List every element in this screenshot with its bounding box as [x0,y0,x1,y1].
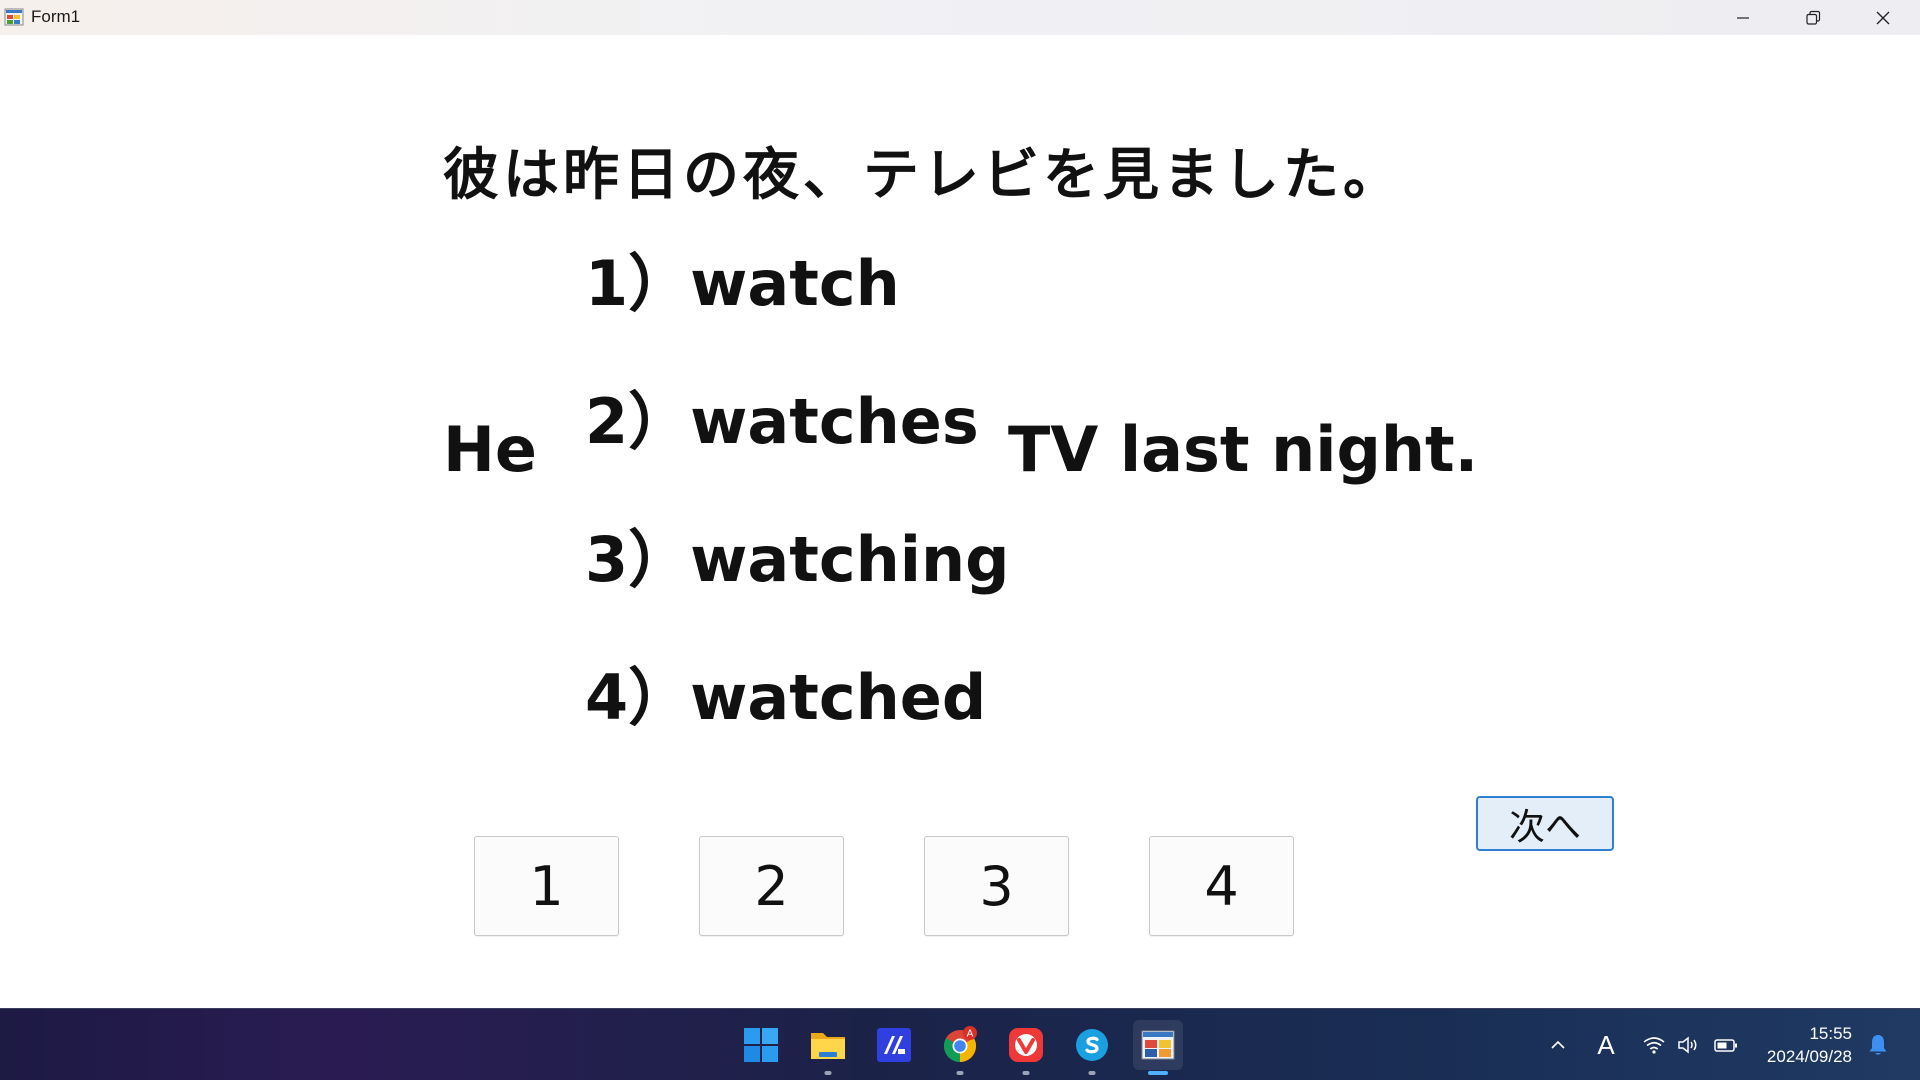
taskbar-file-explorer[interactable] [803,1020,853,1075]
speaker-icon [1678,1036,1697,1054]
answer-button-2[interactable]: 2 [699,836,844,936]
running-indicator [824,1071,832,1075]
wifi-icon [1643,1037,1665,1054]
option-1: 1）watch [585,233,900,323]
battery-button[interactable] [1712,1031,1740,1059]
option-text: watch [690,247,900,320]
running-indicator [1088,1071,1096,1075]
japanese-sentence: 彼は昨日の夜、テレビを見ました。 [443,143,1403,208]
bell-icon [1869,1035,1887,1055]
option-text: watching [690,523,1010,596]
taskbar-form1[interactable] [1133,1020,1183,1075]
answer-button-3[interactable]: 3 [924,836,1069,936]
chrome-icon: A [943,1026,977,1062]
chevron-up-icon [1551,1040,1565,1049]
sentence-rest: TV last night. [1008,413,1479,486]
clock[interactable]: 15:55 2024/09/28 [1752,1022,1852,1068]
skype-icon [1076,1029,1108,1061]
vivaldi-icon [1009,1028,1043,1062]
clock-date: 2024/09/28 [1766,1047,1852,1066]
taskbar-chrome[interactable]: A [935,1020,985,1075]
folder-icon [811,1033,845,1059]
sentence-subject: He [443,413,537,486]
running-indicator [1148,1071,1168,1075]
app-a-icon [877,1028,911,1062]
option-3: 3）watching [585,509,1010,599]
option-number: 3） [585,523,691,596]
answer-button-1[interactable]: 1 [474,836,619,936]
option-number: 4） [585,661,691,734]
restore-button[interactable] [1778,0,1848,35]
show-hidden-icons-button[interactable] [1544,1031,1572,1059]
window-title: Form1 [31,7,81,26]
next-button[interactable]: 次へ [1476,796,1614,851]
minimize-icon [1737,16,1749,19]
option-2: 2）watches [585,371,979,461]
volume-button[interactable] [1674,1031,1702,1059]
running-indicator [1022,1071,1030,1075]
app-icon [4,7,24,27]
taskbar-skype[interactable] [1067,1020,1117,1075]
form-content: 彼は昨日の夜、テレビを見ました。 He TV last night. 1）wat… [0,35,1920,1008]
minimize-button[interactable] [1708,0,1778,35]
close-icon [1876,11,1890,24]
option-number: 2） [585,385,691,458]
answer-button-4[interactable]: 4 [1149,836,1294,936]
windows-logo-icon [744,1028,778,1062]
close-button[interactable] [1848,0,1918,35]
title-bar: Form1 [0,0,1920,35]
option-number: 1） [585,247,691,320]
clock-time: 15:55 [1809,1024,1852,1043]
option-text: watched [690,661,987,734]
option-text: watches [690,385,979,458]
running-indicator [956,1071,964,1075]
ime-indicator[interactable]: A [1592,1030,1620,1060]
form-app-icon [1141,1030,1175,1060]
notifications-button[interactable] [1864,1031,1892,1059]
chrome-profile-badge: A [967,1029,974,1040]
restore-icon [1806,10,1821,25]
taskbar-app-a[interactable] [869,1020,919,1070]
start-button[interactable] [736,1020,786,1070]
network-button[interactable] [1640,1031,1668,1059]
taskbar-vivaldi[interactable] [1001,1020,1051,1075]
battery-icon [1714,1039,1737,1052]
option-4: 4）watched [585,647,986,737]
taskbar: A A 15:55 2024/09/28 [0,1008,1920,1080]
